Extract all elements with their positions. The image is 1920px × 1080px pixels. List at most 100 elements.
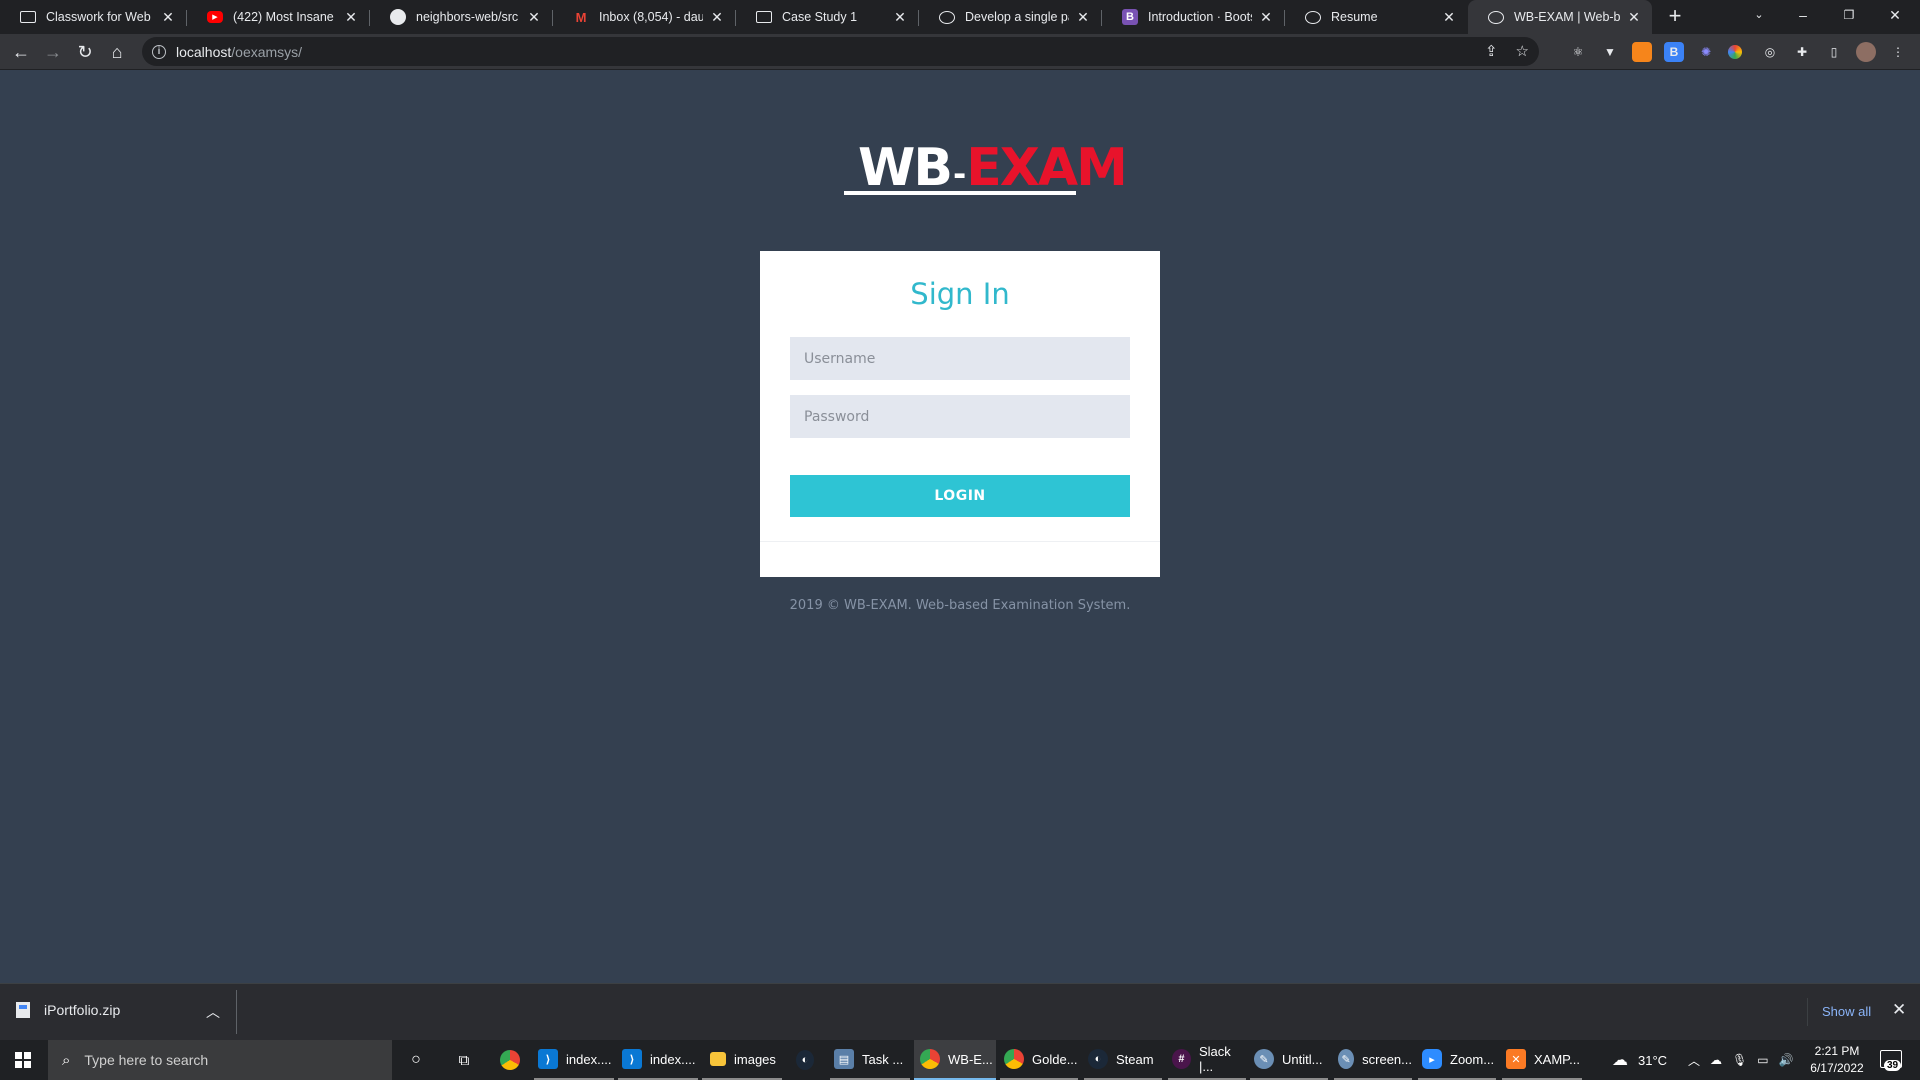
- chevron-up-icon[interactable]: ︿: [206, 1002, 220, 1022]
- close-icon[interactable]: ✕: [892, 9, 908, 26]
- taskbar-app[interactable]: # Slack |...: [1168, 1040, 1246, 1080]
- restore-icon[interactable]: ❐: [1826, 0, 1872, 30]
- taskbar-app[interactable]: ◐ Steam: [1084, 1040, 1162, 1080]
- show-all-button[interactable]: Show all: [1807, 998, 1885, 1026]
- tab-gmail[interactable]: M Inbox (8,054) - daugar ✕: [553, 0, 735, 34]
- reload-icon[interactable]: ↻: [72, 40, 98, 66]
- close-icon[interactable]: ✕: [1892, 1000, 1906, 1020]
- tab-case-study[interactable]: Case Study 1 ✕: [736, 0, 918, 34]
- card-divider: [760, 541, 1160, 542]
- paint-icon: ✎: [1254, 1049, 1274, 1069]
- taskbar-clock[interactable]: 2:21 PM 6/17/2022: [1796, 1043, 1878, 1077]
- taskbar-app[interactable]: images: [702, 1040, 782, 1080]
- menu-kebab-icon[interactable]: ⋮: [1888, 42, 1908, 62]
- new-tab-button[interactable]: +: [1662, 4, 1688, 30]
- tab-search-icon[interactable]: ⌄: [1736, 0, 1782, 30]
- close-icon[interactable]: ✕: [526, 9, 542, 26]
- chevron-up-icon[interactable]: ︿: [1688, 1052, 1700, 1069]
- vscode-icon: ⟩: [622, 1049, 642, 1069]
- taskbar-app[interactable]: ▸ Zoom...: [1418, 1040, 1496, 1080]
- weather-widget[interactable]: ☁ 31°C: [1612, 1040, 1667, 1080]
- footer-copyright: 2019 © WB-EXAM. Web-based Examination Sy…: [789, 598, 1131, 613]
- taskbar-search[interactable]: ⌕ Type here to search: [48, 1040, 392, 1080]
- tab-bootstrap[interactable]: B Introduction · Bootstra ✕: [1102, 0, 1284, 34]
- color-picker-icon[interactable]: [1728, 45, 1742, 59]
- browser-toolbar: ← → ↻ ⌂ i localhost /oexamsys/ ⇪ ☆ ⚛ ▼ B…: [0, 34, 1920, 70]
- cloud-icon: ☁: [1612, 1052, 1628, 1069]
- login-button[interactable]: LOGIN: [790, 475, 1130, 517]
- react-devtools-icon[interactable]: ⚛: [1568, 42, 1588, 62]
- info-icon[interactable]: i: [152, 44, 166, 59]
- home-icon[interactable]: ⌂: [104, 40, 130, 66]
- paint-icon: ✎: [1338, 1049, 1355, 1069]
- minimize-icon[interactable]: –: [1780, 0, 1826, 30]
- chrome-pinned-icon[interactable]: [498, 1040, 522, 1080]
- steam-pinned[interactable]: ◐: [792, 1040, 822, 1080]
- address-bar[interactable]: i localhost /oexamsys/ ⇪ ☆: [142, 37, 1539, 66]
- close-icon[interactable]: ✕: [1441, 9, 1457, 26]
- taskbar-app[interactable]: ⟩ index....: [618, 1040, 698, 1080]
- close-icon[interactable]: ✕: [160, 9, 176, 26]
- vue-devtools-icon[interactable]: ▼: [1600, 42, 1620, 62]
- windows-taskbar: ⌕ Type here to search ○ ⧉ ⟩ index.... ⟩ …: [0, 1040, 1920, 1080]
- close-window-icon[interactable]: ✕: [1872, 0, 1918, 30]
- tab-wb-exam[interactable]: WB-EXAM | Web-base ✕: [1468, 0, 1652, 34]
- taskbar-app[interactable]: Golde...: [1000, 1040, 1078, 1080]
- logo-wb: WB: [858, 138, 953, 198]
- tab-github[interactable]: neighbors-web/src at ✕: [370, 0, 552, 34]
- site-logo[interactable]: WB - EXAM: [858, 138, 1128, 198]
- cortana-icon[interactable]: ○: [404, 1040, 428, 1080]
- close-icon[interactable]: ✕: [1626, 9, 1642, 26]
- close-icon[interactable]: ✕: [709, 9, 725, 26]
- app-label: images: [734, 1051, 776, 1067]
- taskbar-app[interactable]: ▤ Task ...: [830, 1040, 910, 1080]
- tab-youtube[interactable]: ▶ (422) Most Insane Na ✕: [187, 0, 369, 34]
- metamask-icon[interactable]: [1632, 42, 1652, 62]
- tab-title: Inbox (8,054) - daugar: [599, 10, 703, 24]
- download-item[interactable]: iPortfolio.zip: [16, 1002, 120, 1018]
- start-button[interactable]: [0, 1040, 46, 1080]
- target-icon[interactable]: ◎: [1760, 42, 1780, 62]
- forward-icon[interactable]: →: [40, 40, 66, 66]
- tab-title: Case Study 1: [782, 10, 858, 24]
- side-panel-icon[interactable]: ▯: [1824, 42, 1844, 62]
- signin-title: Sign In: [910, 277, 1010, 311]
- taskbar-app-active[interactable]: WB-E...: [914, 1040, 996, 1080]
- taskbar-app[interactable]: ✕ XAMP...: [1502, 1040, 1582, 1080]
- bookmark-star-icon[interactable]: ☆: [1516, 42, 1529, 60]
- extensions-puzzle-icon[interactable]: ✚: [1792, 42, 1812, 62]
- extension-blue-icon[interactable]: B: [1664, 42, 1684, 62]
- tab-title: Introduction · Bootstra: [1148, 10, 1252, 24]
- app-label: screen...: [1362, 1051, 1412, 1067]
- tab-resume[interactable]: Resume ✕: [1285, 0, 1467, 34]
- taskbar-app[interactable]: ⟩ index....: [534, 1040, 614, 1080]
- onedrive-icon[interactable]: ☁: [1710, 1053, 1722, 1067]
- tab-develop[interactable]: Develop a single page ✕: [919, 0, 1101, 34]
- network-icon[interactable]: ▭: [1757, 1053, 1768, 1067]
- taskbar-app[interactable]: ✎ screen...: [1334, 1040, 1412, 1080]
- extension-gear-icon[interactable]: ✺: [1696, 42, 1716, 62]
- close-icon[interactable]: ✕: [1075, 9, 1091, 26]
- app-label: Golde...: [1032, 1051, 1078, 1067]
- url-path: /oexamsys/: [231, 43, 303, 60]
- tab-title: WB-EXAM | Web-base: [1514, 10, 1620, 24]
- share-icon[interactable]: ⇪: [1485, 42, 1498, 60]
- folder-icon: [710, 1052, 726, 1066]
- globe-icon: [1488, 10, 1504, 24]
- gmail-icon: M: [575, 9, 587, 25]
- taskbar-app[interactable]: ✎ Untitl...: [1250, 1040, 1328, 1080]
- chrome-icon: [920, 1049, 940, 1069]
- username-input[interactable]: [790, 337, 1130, 380]
- close-icon[interactable]: ✕: [343, 9, 359, 26]
- back-icon[interactable]: ←: [8, 40, 34, 66]
- volume-icon[interactable]: 🔊: [1779, 1053, 1794, 1067]
- app-label: Slack |...: [1198, 1044, 1231, 1074]
- close-icon[interactable]: ✕: [1258, 9, 1274, 26]
- microphone-icon[interactable]: 🎙: [1732, 1053, 1747, 1067]
- password-input[interactable]: [790, 395, 1130, 438]
- xampp-icon: ✕: [1506, 1049, 1526, 1069]
- profile-avatar[interactable]: [1856, 42, 1876, 62]
- tab-classwork[interactable]: Classwork for Web De ✕: [0, 0, 186, 34]
- steam-icon: ◐: [796, 1050, 814, 1070]
- task-view-icon[interactable]: ⧉: [452, 1040, 476, 1080]
